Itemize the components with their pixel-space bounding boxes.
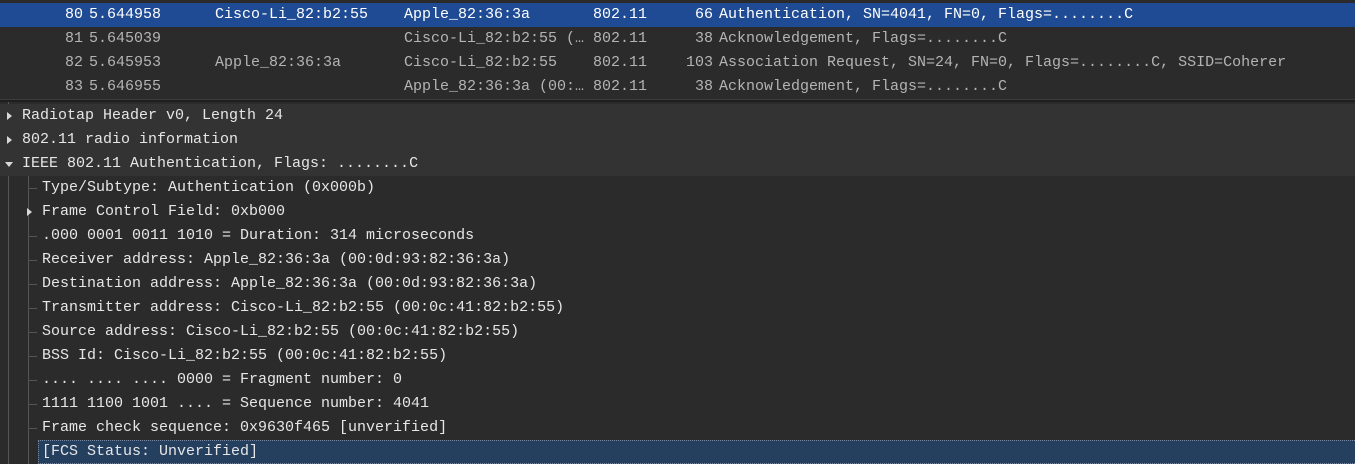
field-label: [FCS Status: Unverified] bbox=[42, 443, 259, 460]
packet-protocol: 802.11 bbox=[593, 6, 648, 23]
packet-time: 5.645039 bbox=[89, 30, 162, 47]
field-label: .... .... .... 0000 = Fragment number: 0 bbox=[42, 371, 403, 388]
tree-branch-line bbox=[29, 284, 37, 285]
packet-row[interactable]: 80 5.644958 Cisco-Li_82:b2:55 Apple_82:3… bbox=[0, 3, 1355, 27]
packet-time: 5.644958 bbox=[89, 6, 162, 23]
tree-field-fcs-status[interactable]: [FCS Status: Unverified] bbox=[38, 440, 1355, 464]
packet-number: 80 bbox=[64, 6, 83, 23]
expand-arrow-icon[interactable] bbox=[2, 104, 16, 128]
field-label: Frame check sequence: 0x9630f465 [unveri… bbox=[42, 419, 448, 436]
tree-branch-line bbox=[29, 260, 37, 261]
packet-protocol: 802.11 bbox=[593, 30, 648, 47]
packet-details-tree[interactable]: Radiotap Header v0, Length 24 802.11 rad… bbox=[0, 102, 1355, 464]
expand-arrow-icon[interactable] bbox=[2, 128, 16, 152]
field-label: Type/Subtype: Authentication (0x000b) bbox=[42, 179, 376, 196]
tree-field-transmitter[interactable]: Transmitter address: Cisco-Li_82:b2:55 (… bbox=[0, 296, 1355, 320]
field-label: Frame Control Field: 0xb000 bbox=[42, 203, 286, 220]
packet-info: Authentication, SN=4041, FN=0, Flags=...… bbox=[719, 6, 1134, 23]
tree-branch-line bbox=[29, 308, 37, 309]
packet-destination: Cisco-Li_82:b2:55 bbox=[404, 54, 558, 71]
tree-field-fragment[interactable]: .... .... .... 0000 = Fragment number: 0 bbox=[0, 368, 1355, 392]
packet-time: 5.645953 bbox=[89, 54, 162, 71]
packet-number: 81 bbox=[64, 30, 83, 47]
packet-protocol: 802.11 bbox=[593, 54, 648, 71]
packet-info: Acknowledgement, Flags=........C bbox=[719, 78, 1008, 95]
tree-branch-line bbox=[29, 380, 37, 381]
packet-destination: Apple_82:36:3a (00:… bbox=[404, 78, 585, 95]
field-label: BSS Id: Cisco-Li_82:b2:55 (00:0c:41:82:b… bbox=[42, 347, 448, 364]
collapse-arrow-icon[interactable] bbox=[2, 152, 16, 176]
tree-branch-line bbox=[29, 428, 37, 429]
packet-protocol: 802.11 bbox=[593, 78, 648, 95]
packet-length: 38 bbox=[694, 30, 713, 47]
tree-branch-line bbox=[29, 356, 37, 357]
tree-field-source[interactable]: Source address: Cisco-Li_82:b2:55 (00:0c… bbox=[0, 320, 1355, 344]
packet-info: Acknowledgement, Flags=........C bbox=[719, 30, 1008, 47]
field-label: 1111 1100 1001 .... = Sequence number: 4… bbox=[42, 395, 430, 412]
packet-list[interactable]: 80 5.644958 Cisco-Li_82:b2:55 Apple_82:3… bbox=[0, 0, 1355, 99]
packet-number: 83 bbox=[64, 78, 83, 95]
field-label: Destination address: Apple_82:36:3a (00:… bbox=[42, 275, 538, 292]
packet-length: 38 bbox=[694, 78, 713, 95]
expand-arrow-icon[interactable] bbox=[22, 200, 36, 224]
field-label: Receiver address: Apple_82:36:3a (00:0d:… bbox=[42, 251, 511, 268]
packet-time: 5.646955 bbox=[89, 78, 162, 95]
tree-node-label: IEEE 802.11 Authentication, Flags: .....… bbox=[22, 155, 419, 172]
field-label: Source address: Cisco-Li_82:b2:55 (00:0c… bbox=[42, 323, 520, 340]
packet-row[interactable]: 83 5.646955 Apple_82:36:3a (00:… 802.11 … bbox=[0, 75, 1355, 99]
tree-branch-line bbox=[29, 188, 37, 189]
field-label: Transmitter address: Cisco-Li_82:b2:55 (… bbox=[42, 299, 565, 316]
field-label: .000 0001 0011 1010 = Duration: 314 micr… bbox=[42, 227, 475, 244]
tree-node-radio-info[interactable]: 802.11 radio information bbox=[0, 128, 1355, 152]
tree-branch-line bbox=[29, 236, 37, 237]
packet-length: 103 bbox=[685, 54, 713, 71]
tree-field-destination[interactable]: Destination address: Apple_82:36:3a (00:… bbox=[0, 272, 1355, 296]
tree-branch-line bbox=[29, 332, 37, 333]
tree-branch-line bbox=[29, 404, 37, 405]
tree-node-label: 802.11 radio information bbox=[22, 131, 239, 148]
packet-info: Association Request, SN=24, FN=0, Flags=… bbox=[719, 54, 1287, 71]
tree-field-sequence[interactable]: 1111 1100 1001 .... = Sequence number: 4… bbox=[0, 392, 1355, 416]
tree-field-bss-id[interactable]: BSS Id: Cisco-Li_82:b2:55 (00:0c:41:82:b… bbox=[0, 344, 1355, 368]
packet-source: Apple_82:36:3a bbox=[215, 54, 342, 71]
tree-field-duration[interactable]: .000 0001 0011 1010 = Duration: 314 micr… bbox=[0, 224, 1355, 248]
tree-field-fcs[interactable]: Frame check sequence: 0x9630f465 [unveri… bbox=[0, 416, 1355, 440]
packet-number: 82 bbox=[64, 54, 83, 71]
packet-source: Cisco-Li_82:b2:55 bbox=[215, 6, 369, 23]
packet-length: 66 bbox=[694, 6, 713, 23]
tree-node-radiotap[interactable]: Radiotap Header v0, Length 24 bbox=[0, 104, 1355, 128]
tree-node-ieee80211[interactable]: IEEE 802.11 Authentication, Flags: .....… bbox=[0, 152, 1355, 176]
tree-field-receiver[interactable]: Receiver address: Apple_82:36:3a (00:0d:… bbox=[0, 248, 1355, 272]
packet-row[interactable]: 82 5.645953 Apple_82:36:3a Cisco-Li_82:b… bbox=[0, 51, 1355, 75]
tree-node-frame-control[interactable]: Frame Control Field: 0xb000 bbox=[0, 200, 1355, 224]
packet-destination: Apple_82:36:3a bbox=[404, 6, 531, 23]
packet-destination: Cisco-Li_82:b2:55 (… bbox=[404, 30, 585, 47]
tree-field-type-subtype[interactable]: Type/Subtype: Authentication (0x000b) bbox=[0, 176, 1355, 200]
packet-row[interactable]: 81 5.645039 Cisco-Li_82:b2:55 (… 802.11 … bbox=[0, 27, 1355, 51]
tree-node-label: Radiotap Header v0, Length 24 bbox=[22, 107, 284, 124]
